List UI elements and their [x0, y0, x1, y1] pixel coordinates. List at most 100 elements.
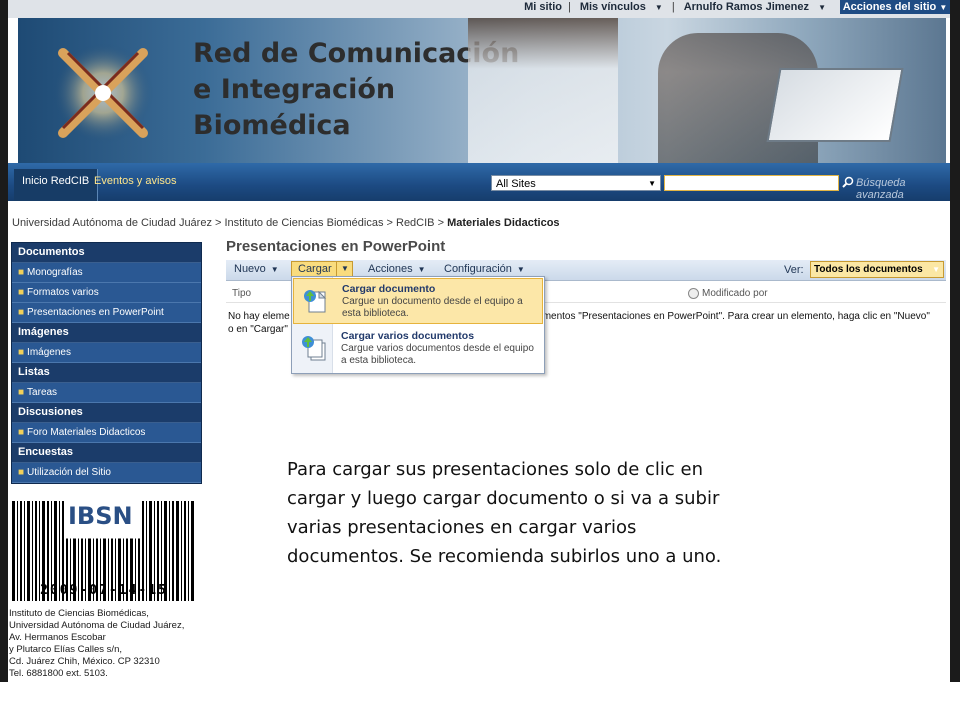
- actions-menu[interactable]: Acciones ▼: [368, 263, 426, 275]
- column-type[interactable]: Tipo: [232, 288, 251, 299]
- address-line: Tel. 6881800 ext. 5103.: [9, 668, 108, 679]
- search-scope-select[interactable]: All Sites ▼: [491, 175, 661, 191]
- ql-item-utilizacion[interactable]: ■ Utilización del Sitio: [12, 463, 201, 483]
- ql-item-label: Imágenes: [27, 347, 71, 358]
- menu-item-upload-multiple[interactable]: Cargar varios documentos Cargue varios d…: [293, 326, 543, 372]
- institution-address: Instituto de Ciencias Biomédicas, Univer…: [9, 608, 184, 680]
- bullet-icon: ■: [18, 287, 25, 298]
- page-title: Presentaciones en PowerPoint: [226, 238, 446, 255]
- menu-item-title: Cargar varios documentos: [341, 330, 475, 342]
- menu-item-upload-document[interactable]: Cargar documento Cargue un documento des…: [293, 278, 543, 324]
- settings-menu[interactable]: Configuración ▼: [444, 263, 525, 275]
- menu-item-description: Cargue un documento desde el equipo a es…: [342, 296, 523, 319]
- nav-events-tab[interactable]: Eventos y avisos: [94, 175, 177, 187]
- upload-dropdown-menu: Cargar documento Cargue un documento des…: [291, 276, 545, 374]
- user-menu[interactable]: Arnulfo Ramos Jimenez ▼: [681, 1, 829, 13]
- chevron-down-icon: ▼: [270, 265, 279, 274]
- upload-label: Cargar: [298, 263, 332, 275]
- view-select[interactable]: Todos los documentos ▼: [810, 261, 944, 278]
- top-links: Mi sitio | Mis vínculos ▼ | Arnulfo Ramos Ji…: [521, 1, 832, 13]
- ibsn-label: IBSN: [64, 502, 137, 530]
- settings-label: Configuración: [444, 263, 512, 275]
- bullet-icon: ■: [18, 347, 25, 358]
- breadcrumb: Universidad Autónoma de Ciudad Juárez > …: [12, 217, 560, 229]
- column-modified-by-label: Modificado por: [702, 288, 768, 300]
- ql-section-documentos[interactable]: Documentos: [12, 243, 201, 263]
- search-input[interactable]: [664, 175, 839, 191]
- chevron-down-icon: ▼: [648, 179, 656, 188]
- quick-launch: Documentos ■ Monografías ■ Formatos varios…: [11, 242, 202, 484]
- actions-label: Acciones: [368, 263, 413, 275]
- nav-home-tab[interactable]: Inicio RedCIB: [14, 169, 99, 201]
- address-line: Cd. Juárez Chih, México. CP 32310: [9, 656, 160, 667]
- upload-document-icon: [304, 290, 327, 313]
- menu-item-description: Cargue varios documentos desde el equipo…: [341, 343, 534, 366]
- upload-menu-button[interactable]: Cargar ▼: [291, 261, 353, 277]
- bullet-icon: ■: [18, 467, 25, 478]
- breadcrumb-path[interactable]: Universidad Autónoma de Ciudad Juárez > …: [12, 217, 447, 229]
- ql-section-discusiones[interactable]: Discusiones: [12, 403, 201, 423]
- ql-section-listas[interactable]: Listas: [12, 363, 201, 383]
- breadcrumb-current: Materiales Didacticos: [447, 217, 560, 229]
- barcode-number: 2009-07-14-15: [40, 583, 168, 598]
- site-actions-menu[interactable]: Acciones del sitio ▼: [840, 0, 950, 14]
- ql-item-label: Foro Materiales Didacticos: [27, 427, 146, 438]
- separator: |: [567, 1, 571, 13]
- bullet-icon: ■: [18, 387, 25, 398]
- user-name: Arnulfo Ramos Jimenez: [683, 1, 810, 13]
- search-icon[interactable]: [842, 176, 854, 188]
- separator: |: [671, 1, 675, 13]
- banner-photo-laptop: [766, 68, 904, 142]
- top-navigation: Inicio RedCIB Eventos y avisos All Sites…: [8, 163, 950, 201]
- my-links-menu[interactable]: Mis vínculos ▼: [577, 1, 666, 13]
- right-border: [950, 0, 960, 682]
- ql-item-foro[interactable]: ■ Foro Materiales Didacticos: [12, 423, 201, 443]
- address-line: Universidad Autónoma de Ciudad Juárez,: [9, 620, 185, 631]
- search-scope-value: All Sites: [496, 178, 536, 190]
- ql-item-tareas[interactable]: ■ Tareas: [12, 383, 201, 403]
- chevron-down-icon: ▼: [654, 3, 663, 12]
- instruction-caption: Para cargar sus presentaciones solo de c…: [287, 459, 722, 567]
- ql-section-encuestas[interactable]: Encuestas: [12, 443, 201, 463]
- banner-photo-scientist: [468, 18, 618, 163]
- site-banner: Red de Comunicación e Integración Bioméd…: [18, 18, 946, 163]
- my-site-link[interactable]: Mi sitio: [524, 1, 562, 13]
- chevron-down-icon: ▼: [417, 265, 426, 274]
- ql-item-formatos[interactable]: ■ Formatos varios: [12, 283, 201, 303]
- view-select-value: Todos los documentos: [814, 264, 923, 275]
- chevron-down-icon: ▼: [818, 3, 826, 12]
- ql-item-label: Utilización del Sitio: [27, 467, 111, 478]
- address-line: Av. Hermanos Escobar: [9, 632, 106, 643]
- chevron-down-icon: ▼: [932, 265, 940, 274]
- address-line: y Plutarco Elías Calles s/n,: [9, 644, 122, 655]
- top-utility-bar: Mi sitio | Mis vínculos ▼ | Arnulfo Ramos Ji…: [8, 0, 950, 18]
- ql-item-label: Monografías: [27, 267, 83, 278]
- address-line: Instituto de Ciencias Biomédicas,: [9, 608, 149, 619]
- menu-item-title: Cargar documento: [342, 283, 436, 295]
- site-actions-label: Acciones del sitio: [842, 1, 937, 13]
- ql-item-imagenes[interactable]: ■ Imágenes: [12, 343, 201, 363]
- column-modified-by[interactable]: Modificado por: [688, 288, 768, 299]
- upload-multiple-icon: [302, 336, 326, 361]
- view-label: Ver:: [784, 264, 804, 276]
- ql-item-label: Formatos varios: [27, 287, 99, 298]
- bullet-icon: ■: [18, 427, 25, 438]
- empty-message-start: No hay eleme: [228, 311, 290, 322]
- empty-message-end: mentos "Presentaciones en PowerPoint". P…: [542, 311, 930, 322]
- screenshot-frame: Mi sitio | Mis vínculos ▼ | Arnulfo Ramos Ji…: [0, 0, 960, 682]
- ql-item-label: Tareas: [27, 387, 58, 398]
- ql-section-imagenes[interactable]: Imágenes: [12, 323, 201, 343]
- ql-item-monografias[interactable]: ■ Monografías: [12, 263, 201, 283]
- bullet-icon: ■: [18, 307, 25, 318]
- left-border: [0, 0, 8, 682]
- ql-item-presentaciones[interactable]: ■ Presentaciones en PowerPoint: [12, 303, 201, 323]
- new-label: Nuevo: [234, 263, 266, 275]
- radio-icon: [688, 288, 699, 299]
- advanced-search-link[interactable]: Búsqueda avanzada: [856, 177, 950, 201]
- my-links-label: Mis vínculos: [579, 1, 646, 13]
- chevron-down-icon[interactable]: ▼: [336, 262, 353, 276]
- new-menu[interactable]: Nuevo ▼: [234, 263, 279, 275]
- bullet-icon: ■: [18, 267, 25, 278]
- chevron-down-icon: ▼: [516, 265, 525, 274]
- redcib-logo-icon: [53, 43, 153, 143]
